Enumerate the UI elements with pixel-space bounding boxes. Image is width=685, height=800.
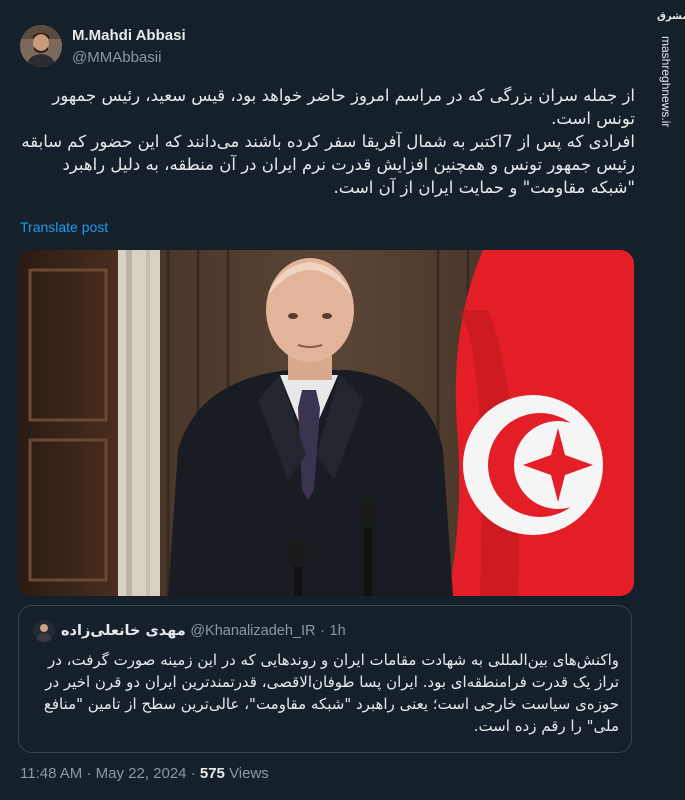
separator-dot: · (320, 623, 325, 639)
author-name[interactable]: M.Mahdi Abbasi (72, 27, 186, 44)
tweet-text: از جمله سران بزرگی که در مراسم امروز حاض… (20, 84, 635, 199)
quoted-tweet-header: مهدی خانعلی‌زاده @Khanalizadeh_IR · 1h (61, 620, 346, 642)
tweet-photo[interactable] (18, 250, 634, 596)
separator-dot: · (86, 765, 92, 782)
avatar-icon (33, 620, 55, 642)
author-avatar[interactable] (20, 25, 62, 67)
tweet-date[interactable]: May 22, 2024 (96, 765, 187, 782)
avatar-portrait (20, 25, 62, 67)
views-label: Views (229, 765, 269, 782)
quoted-tweet-time[interactable]: 1h (330, 623, 346, 639)
tweet-time[interactable]: 11:48 AM (20, 765, 82, 782)
tweet-paragraph: از جمله سران بزرگی که در مراسم امروز حاض… (52, 86, 635, 128)
quoted-author-handle[interactable]: @Khanalizadeh_IR (190, 623, 315, 639)
quoted-tweet[interactable]: مهدی خانعلی‌زاده @Khanalizadeh_IR · 1h و… (18, 605, 632, 753)
tweet: M.Mahdi Abbasi @MMAbbasii از جمله سران ب… (0, 0, 650, 800)
watermark-logo: مشرق (657, 11, 685, 22)
tweet-footer: 11:48 AM · May 22, 2024 · 575 Views (20, 765, 269, 782)
quoted-tweet-text: واکنش‌های بین‌المللی به شهادت مقامات ایر… (43, 651, 619, 735)
translate-post-link[interactable]: Translate post (20, 219, 108, 235)
quoted-author-avatar[interactable] (33, 620, 55, 642)
tweet-paragraph: افرادی که پس از 7اکتبر به شمال آفریقا سف… (21, 132, 635, 197)
watermark-site: mashreghnews.ir (659, 36, 673, 128)
separator-dot: · (190, 765, 196, 782)
watermark: مشرق mashreghnews.ir (651, 0, 685, 130)
views-count: 575 (199, 765, 225, 782)
photo-image (18, 250, 634, 596)
author-handle[interactable]: @MMAbbasii (72, 49, 161, 66)
quoted-author-name[interactable]: مهدی خانعلی‌زاده (61, 623, 186, 639)
